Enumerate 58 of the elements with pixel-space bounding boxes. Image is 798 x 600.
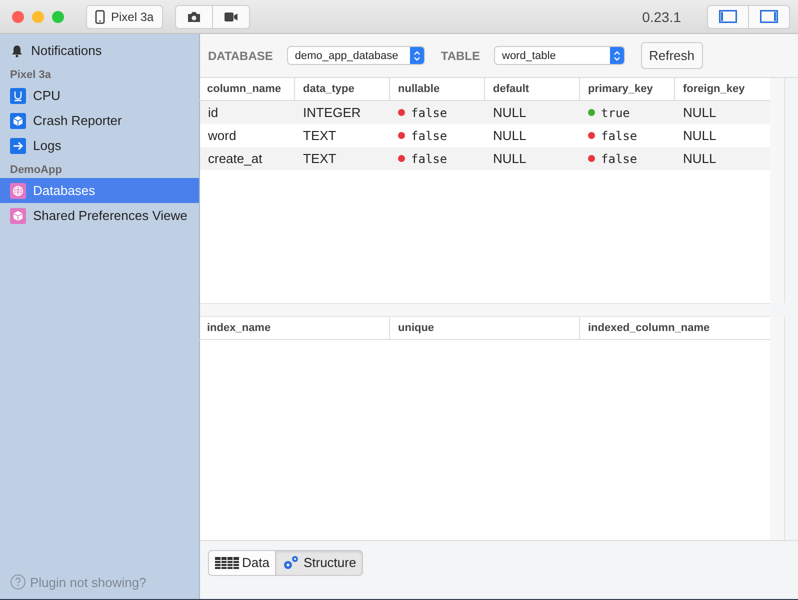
stepper-icon	[610, 47, 624, 64]
view-tab[interactable]: Data	[208, 550, 276, 576]
refresh-button[interactable]: Refresh	[641, 42, 703, 69]
scrollbar-track[interactable]	[770, 317, 798, 540]
view-tab[interactable]: Structure	[276, 550, 364, 576]
column-header[interactable]: index_name	[199, 317, 390, 340]
table-cell: NULL	[675, 101, 770, 124]
cube-icon	[10, 112, 26, 128]
sidebar-item[interactable]: CPU	[0, 83, 199, 108]
flag-value: false	[411, 106, 448, 120]
minimize-button[interactable]	[32, 10, 44, 22]
table-select[interactable]: word_table	[494, 46, 625, 65]
column-header[interactable]: unique	[389, 317, 580, 340]
scrollbar-track[interactable]	[200, 303, 770, 317]
video-button[interactable]	[212, 4, 250, 28]
close-button[interactable]	[12, 10, 24, 22]
table-cell: NULL	[485, 101, 580, 124]
sidebar-item[interactable]: Shared Preferences Viewe	[0, 203, 199, 228]
sidebar-item[interactable]: Notifications	[0, 38, 199, 63]
table-label: TABLE	[440, 48, 480, 62]
scrollbar-track[interactable]	[770, 78, 798, 303]
bell-icon	[10, 44, 24, 58]
device-button[interactable]: Pixel 3a	[86, 4, 163, 28]
table-icon	[215, 556, 239, 568]
sidebar-section-header: Pixel 3a	[9, 68, 52, 83]
flag-value: false	[601, 128, 638, 142]
flag-value: false	[601, 152, 638, 166]
left-panel-icon	[719, 10, 737, 23]
stepper-icon	[410, 47, 424, 64]
flag-value: false	[411, 152, 448, 166]
table-cell: NULL	[485, 147, 580, 170]
sidebar-item[interactable]: Crash Reporter	[0, 108, 199, 133]
sidebar-section-header: DemoApp	[9, 163, 63, 178]
phone-icon	[95, 10, 105, 24]
table-cell: INTEGER	[295, 101, 390, 124]
version-label: 0.23.1	[642, 8, 681, 24]
cube-icon	[10, 208, 26, 224]
right-sidebar-toggle[interactable]	[749, 4, 790, 28]
gears-icon	[282, 554, 300, 570]
globe-icon	[10, 182, 26, 198]
flag-value: false	[411, 128, 448, 142]
table-cell: id	[200, 101, 295, 124]
sidebar-item[interactable]: Logs	[0, 133, 199, 158]
table-cell: TEXT	[295, 147, 390, 170]
camera-button[interactable]	[174, 4, 213, 28]
table-cell: create_at	[200, 147, 295, 170]
database-select[interactable]: demo_app_database	[286, 46, 425, 65]
left-sidebar-toggle[interactable]	[707, 4, 749, 28]
camera-icon	[186, 10, 201, 22]
table-cell: NULL	[675, 147, 770, 170]
video-camera-icon	[224, 12, 238, 22]
column-header[interactable]: indexed_column_name	[579, 317, 770, 340]
flag-value: true	[601, 106, 630, 120]
zoom-button[interactable]	[52, 10, 64, 22]
help-icon	[10, 574, 26, 590]
sidebar-item[interactable]: Databases	[0, 178, 199, 203]
right-panel-icon	[760, 10, 778, 23]
database-label: DATABASE	[208, 48, 273, 62]
